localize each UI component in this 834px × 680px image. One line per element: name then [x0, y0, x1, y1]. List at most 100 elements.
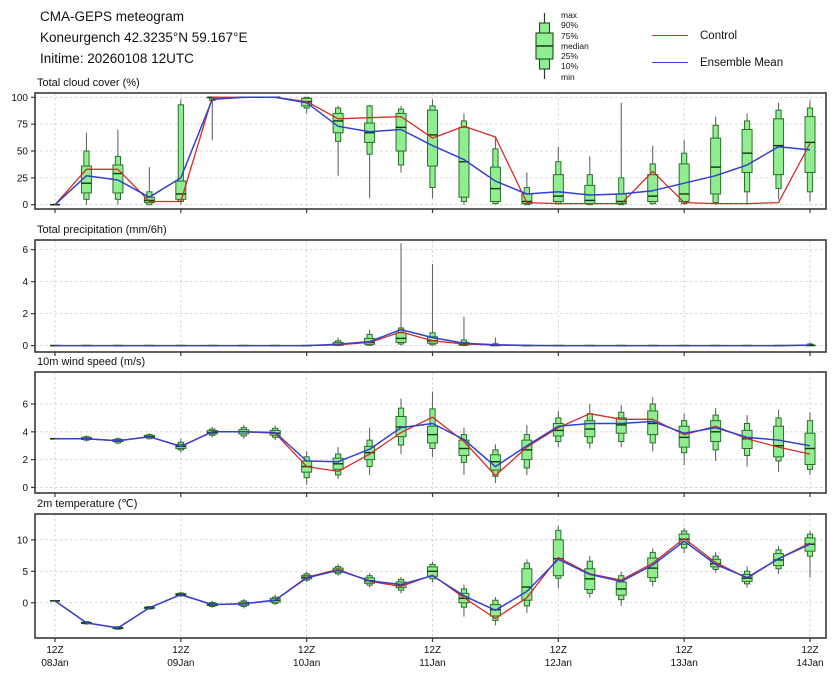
- box-25-75: [648, 175, 658, 202]
- meteogram-page: { "header": { "title": "CMA-GEPS meteogr…: [0, 0, 834, 680]
- box-whisker: [459, 317, 469, 346]
- box-whisker: [490, 137, 500, 205]
- box-whisker: [774, 103, 784, 200]
- page-title: CMA-GEPS meteogram: [40, 6, 247, 27]
- box-whisker: [711, 117, 721, 205]
- meteogram-chart: 0255075100Total cloud cover (%)0246Total…: [0, 0, 834, 680]
- y-tick-label: 10: [17, 535, 29, 546]
- x-hour-label: 12Z: [298, 645, 315, 656]
- box-25-75: [553, 175, 563, 202]
- y-tick-label: 100: [11, 93, 28, 104]
- legend-row-ensemble-mean: Ensemble Mean: [652, 49, 783, 76]
- box-whisker: [742, 415, 752, 466]
- box-whisker: [396, 398, 406, 454]
- box-25-75: [522, 569, 532, 600]
- box-whisker: [805, 412, 815, 475]
- box-whisker: [805, 531, 815, 578]
- x-date-label: 14Jan: [796, 658, 823, 669]
- box-25-75: [396, 333, 406, 343]
- location-title: Koneurgench 42.3235°N 59.167°E: [40, 27, 247, 48]
- x-date-label: 12Jan: [545, 658, 572, 669]
- y-tick-label: 5: [22, 567, 28, 578]
- box-whisker: [490, 597, 500, 625]
- ensemble-mean-line-swatch: [652, 62, 688, 63]
- box-whisker: [144, 167, 154, 205]
- boxplot-legend-label: 10%: [561, 61, 589, 71]
- box-whisker: [679, 414, 689, 465]
- boxplot-legend-label: median: [561, 41, 589, 51]
- box-whisker: [585, 404, 595, 449]
- x-hour-label: 12Z: [172, 645, 189, 656]
- box-25-75: [774, 426, 784, 457]
- boxplot-legend-glyph: [531, 9, 558, 83]
- box-whisker: [648, 397, 658, 451]
- box-whisker: [522, 559, 532, 613]
- y-tick-label: 0: [22, 341, 28, 352]
- box-whisker: [428, 264, 438, 346]
- y-tick-label: 0: [22, 598, 28, 609]
- box-whisker: [616, 572, 626, 606]
- y-tick-label: 2: [22, 309, 28, 320]
- y-tick-label: 25: [17, 173, 29, 184]
- box-whisker: [585, 156, 595, 204]
- box-whisker: [459, 428, 469, 475]
- x-date-label: 09Jan: [167, 658, 194, 669]
- box-25-75: [711, 138, 721, 194]
- boxplot-legend-labels: max90%75%median25%10%min: [561, 10, 589, 82]
- y-tick-label: 0: [22, 200, 28, 211]
- panel-wind-speed-10m: 0 2 4 6 10m wind speed (m/s): [22, 356, 826, 497]
- y-tick-label: 2: [22, 455, 28, 466]
- line-legend: Control Ensemble Mean: [652, 22, 783, 76]
- panel-title: 10m wind speed (m/s): [37, 356, 145, 368]
- box-whisker: [365, 105, 375, 198]
- x-date-label: 11Jan: [419, 658, 446, 669]
- boxplot-legend-label: 75%: [561, 31, 589, 41]
- box-whisker: [522, 172, 532, 204]
- panel-title: 2m temperature (℃): [37, 498, 137, 510]
- box-whisker: [428, 99, 438, 198]
- box-whisker: [679, 140, 689, 204]
- x-hour-label: 12Z: [424, 645, 441, 656]
- y-tick-label: 6: [22, 399, 28, 410]
- panel-title: Total cloud cover (%): [37, 77, 140, 89]
- box-whisker: [553, 147, 563, 205]
- box-whisker: [711, 408, 721, 461]
- panel-temperature-2m: 0 5 10 2m temperature (℃): [17, 498, 826, 642]
- y-tick-label: 50: [17, 147, 29, 158]
- control-line-swatch: [652, 35, 688, 36]
- x-hour-label: 12Z: [676, 645, 693, 656]
- box-whisker: [302, 451, 312, 484]
- x-date-label: 08Jan: [41, 658, 68, 669]
- x-hour-label: 12Z: [550, 645, 567, 656]
- x-date-label: 10Jan: [293, 658, 320, 669]
- x-hour-label: 12Z: [46, 645, 63, 656]
- x-date-label: 13Jan: [671, 658, 698, 669]
- box-whisker: [333, 447, 343, 479]
- box-whisker: [585, 556, 595, 598]
- box-whisker: [742, 113, 752, 204]
- box-whisker: [616, 405, 626, 447]
- y-tick-label: 4: [22, 277, 28, 288]
- box-whisker: [113, 130, 123, 205]
- ensemble-mean-label: Ensemble Mean: [700, 57, 783, 69]
- boxplot-legend: max90%75%median25%10%min: [531, 9, 661, 83]
- header: CMA-GEPS meteogram Koneurgench 42.3235°N…: [40, 6, 247, 69]
- y-tick-label: 75: [17, 120, 29, 131]
- legend-row-control: Control: [652, 22, 783, 49]
- box-25-75: [490, 167, 500, 201]
- boxplot-legend-label: 25%: [561, 51, 589, 61]
- panel-total-cloud-cover: 0 25 50 75 100 Total cloud cover (%): [11, 77, 826, 213]
- y-tick-label: 4: [22, 427, 28, 438]
- y-tick-label: 0: [22, 483, 28, 494]
- x-axis-labels: 12Z 08Jan 12Z 09Jan 12Z 10Jan 12Z 11Jan 12Z 12Jan…: [41, 645, 823, 669]
- panel-title: Total precipitation (mm/6h): [37, 224, 167, 236]
- inittime-label: Initime: 20260108 12UTC: [40, 48, 247, 69]
- boxplot-legend-label: min: [561, 72, 589, 82]
- box-whisker: [428, 562, 438, 583]
- y-tick-label: 6: [22, 245, 28, 256]
- box-whisker: [396, 106, 406, 173]
- control-label: Control: [700, 30, 737, 42]
- boxplot-legend-label: max: [561, 10, 589, 20]
- boxplot-legend-label: 90%: [561, 20, 589, 30]
- x-hour-label: 12Z: [801, 645, 818, 656]
